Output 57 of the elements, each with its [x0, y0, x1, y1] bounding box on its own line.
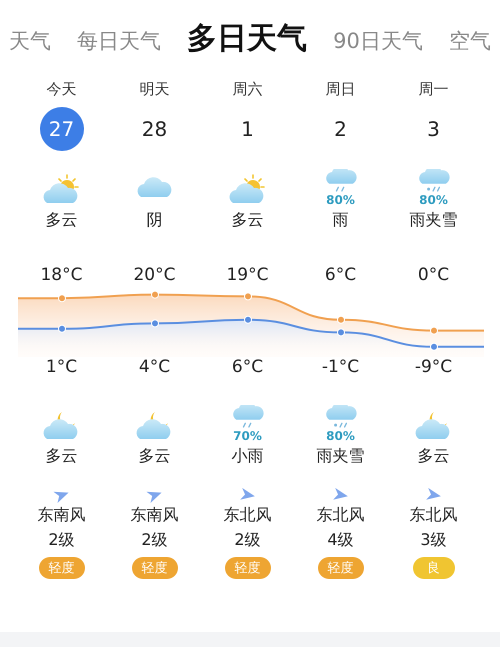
wind-direction: 东北风: [410, 505, 458, 526]
high-temperature: 19°C: [226, 265, 268, 285]
air-quality-badge: 轻度: [224, 557, 270, 579]
low-temperature: -1°C: [322, 357, 360, 377]
high-temperature: 0°C: [418, 265, 450, 285]
weather-condition: 多云: [232, 210, 264, 231]
high-temperature: 6°C: [324, 265, 356, 285]
weather-condition: 多云: [46, 210, 78, 231]
precipitation-chance: 80%: [419, 193, 448, 207]
day-label: 明天: [140, 80, 170, 99]
precipitation-chance: 80%: [326, 429, 355, 443]
weather-condition: 多云: [138, 446, 170, 467]
day-label: 周一: [418, 80, 448, 99]
low-temperature: 6°C: [232, 357, 264, 377]
low-temperature: -9°C: [414, 357, 452, 377]
wind-direction-icon: [426, 488, 442, 502]
wind-level: 2级: [141, 530, 168, 551]
wind-level: 3级: [420, 530, 447, 551]
weather-condition: 雨: [332, 210, 348, 231]
date[interactable]: 3: [412, 107, 456, 151]
date[interactable]: 1: [226, 107, 270, 151]
precipitation-chance: 70%: [233, 429, 262, 443]
high-temperature: 18°C: [40, 265, 82, 285]
day-label: 周六: [232, 80, 262, 99]
date[interactable]: 27: [40, 107, 84, 151]
high-temperature: 20°C: [133, 265, 176, 285]
air-quality-badge: 轻度: [318, 557, 364, 579]
weather-condition: 多云: [418, 446, 450, 467]
weather-condition: 多云: [46, 446, 78, 467]
low-temperature: 1°C: [46, 357, 78, 377]
tab[interactable]: 空气: [448, 27, 491, 55]
tab[interactable]: 多日天气: [187, 18, 308, 58]
wind-direction-icon: [332, 488, 348, 502]
wind-direction: 东北风: [316, 505, 364, 526]
wind-direction-icon: [240, 488, 256, 502]
wind-level: 2级: [48, 530, 75, 551]
wind-level: 4级: [327, 530, 354, 551]
air-quality-badge: 轻度: [132, 557, 178, 579]
precipitation-chance: 80%: [326, 193, 355, 207]
tab[interactable]: 天气: [9, 27, 52, 55]
weather-condition: 阴: [146, 210, 162, 231]
wind-direction: 东南风: [38, 505, 86, 526]
wind-level: 2级: [234, 530, 261, 551]
weather-condition: 小雨: [232, 446, 264, 467]
date[interactable]: 28: [132, 107, 176, 151]
wind-direction: 东北风: [224, 505, 272, 526]
tab[interactable]: 90日天气: [333, 27, 423, 55]
date[interactable]: 2: [318, 107, 362, 151]
low-temperature: 4°C: [138, 357, 170, 377]
weather-condition: 雨夹雪: [410, 210, 458, 231]
day-label: 周日: [326, 80, 356, 99]
air-quality-badge: 良: [412, 557, 454, 579]
air-quality-badge: 轻度: [38, 557, 84, 579]
tab[interactable]: 每日天气: [77, 27, 162, 55]
weather-condition: 雨夹雪: [316, 446, 364, 467]
wind-direction: 东南风: [130, 505, 178, 526]
day-label: 今天: [46, 80, 76, 99]
